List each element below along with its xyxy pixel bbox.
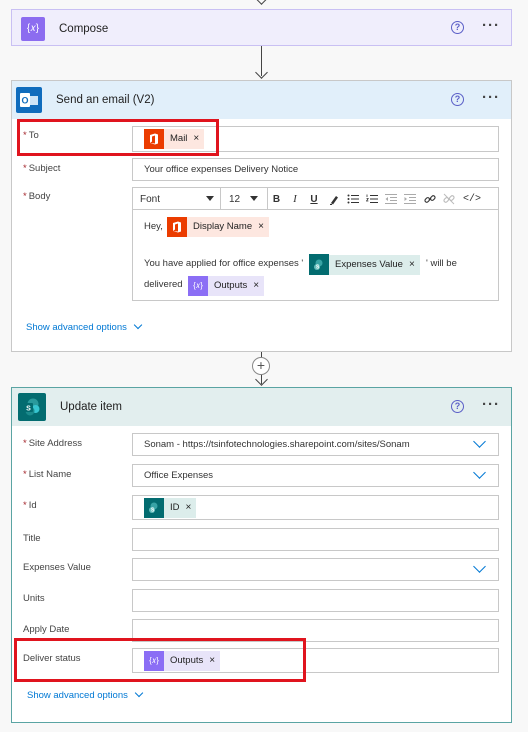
remove-token-icon[interactable]: × bbox=[408, 254, 420, 275]
outlook-icon: O bbox=[16, 87, 42, 113]
display-name-token[interactable]: Display Name × bbox=[167, 217, 269, 237]
font-dropdown-icon bbox=[206, 196, 214, 201]
site-address-label: * Site Address bbox=[23, 438, 83, 449]
chevron-down-icon bbox=[473, 560, 486, 573]
highlight-pen-icon[interactable] bbox=[325, 188, 343, 210]
update-item-title: Update item bbox=[60, 401, 123, 413]
list-name-label: * List Name bbox=[23, 469, 72, 480]
bold-button[interactable]: B bbox=[267, 188, 285, 210]
braces-icon: {𝑥} bbox=[21, 16, 45, 41]
office365-icon bbox=[167, 217, 187, 237]
outputs-token[interactable]: {𝑥} Outputs × bbox=[188, 276, 265, 296]
insert-link-icon[interactable] bbox=[421, 188, 439, 210]
unlink-icon[interactable] bbox=[440, 188, 458, 210]
sharepoint-icon: S bbox=[18, 393, 46, 421]
send-email-title: Send an email (V2) bbox=[56, 94, 155, 106]
remove-token-icon[interactable]: × bbox=[253, 276, 265, 296]
id-label: * Id bbox=[23, 500, 37, 511]
title-field[interactable] bbox=[132, 528, 499, 551]
body-label: * Body bbox=[23, 191, 51, 202]
expenses-value-token[interactable]: S Expenses Value × bbox=[309, 254, 420, 275]
chevron-down-icon bbox=[473, 435, 486, 448]
units-field[interactable] bbox=[132, 589, 499, 612]
remove-token-icon[interactable]: × bbox=[185, 498, 197, 518]
code-view-icon[interactable]: </> bbox=[461, 188, 483, 210]
more-options-icon[interactable]: ··· bbox=[482, 89, 500, 106]
svg-text:O: O bbox=[21, 96, 28, 106]
show-advanced-options-link[interactable]: Show advanced options bbox=[26, 320, 143, 333]
body-line-2-prefix: You have applied for office expenses ' bbox=[144, 258, 304, 269]
connector-arrow bbox=[255, 66, 268, 79]
connector-arrow bbox=[255, 373, 268, 386]
id-field[interactable]: S ID × bbox=[132, 495, 499, 520]
body-line-2-suffix: ' will be bbox=[426, 258, 457, 269]
highlight-box-to bbox=[17, 119, 219, 156]
sharepoint-icon: S bbox=[309, 254, 329, 275]
font-select[interactable]: Font bbox=[133, 188, 221, 210]
size-dropdown-icon bbox=[250, 196, 258, 201]
id-token[interactable]: S ID × bbox=[144, 498, 197, 518]
units-label: Units bbox=[23, 593, 45, 604]
compose-card[interactable]: {𝑥} Compose ? ··· bbox=[11, 9, 512, 46]
remove-token-icon[interactable]: × bbox=[258, 217, 269, 237]
decrease-indent-icon[interactable] bbox=[382, 188, 400, 210]
body-editor[interactable]: Font 12 B I U </> Hey, Display Name × Yo… bbox=[132, 187, 499, 301]
numbered-list-icon[interactable] bbox=[363, 188, 381, 210]
site-address-dropdown[interactable]: Sonam - https://tsinfotechnologies.share… bbox=[132, 433, 499, 456]
increase-indent-icon[interactable] bbox=[401, 188, 419, 210]
subject-field[interactable]: Your office expenses Delivery Notice bbox=[132, 158, 499, 181]
list-name-dropdown[interactable]: Office Expenses bbox=[132, 464, 499, 487]
expenses-value-dropdown[interactable] bbox=[132, 558, 499, 581]
expenses-value-label: Expenses Value bbox=[23, 562, 91, 573]
more-options-icon[interactable]: ··· bbox=[482, 17, 500, 34]
chevron-down-icon bbox=[473, 466, 486, 479]
chevron-down-icon bbox=[133, 320, 143, 330]
help-icon[interactable]: ? bbox=[451, 93, 464, 106]
title-label: Title bbox=[23, 533, 41, 544]
chevron-down-icon bbox=[134, 688, 144, 698]
rich-text-toolbar: Font 12 B I U </> bbox=[133, 188, 498, 210]
body-line-3-prefix: delivered bbox=[144, 279, 183, 290]
font-size-select[interactable]: 12 bbox=[229, 188, 261, 210]
bulleted-list-icon[interactable] bbox=[344, 188, 362, 210]
body-line-1: Hey, bbox=[144, 221, 163, 232]
help-icon[interactable]: ? bbox=[451, 21, 464, 34]
show-advanced-options-link[interactable]: Show advanced options bbox=[27, 688, 144, 701]
connector-arrow bbox=[255, 0, 268, 5]
svg-text:S: S bbox=[26, 406, 31, 413]
more-options-icon[interactable]: ··· bbox=[482, 396, 500, 413]
braces-icon: {𝑥} bbox=[188, 276, 208, 296]
subject-label: * Subject bbox=[23, 163, 61, 174]
underline-button[interactable]: U bbox=[305, 188, 323, 210]
italic-button[interactable]: I bbox=[286, 188, 304, 210]
help-icon[interactable]: ? bbox=[451, 400, 464, 413]
apply-date-label: Apply Date bbox=[23, 624, 70, 635]
sharepoint-icon: S bbox=[144, 498, 164, 518]
compose-title: Compose bbox=[59, 22, 109, 35]
highlight-box-deliver-status bbox=[14, 638, 306, 682]
